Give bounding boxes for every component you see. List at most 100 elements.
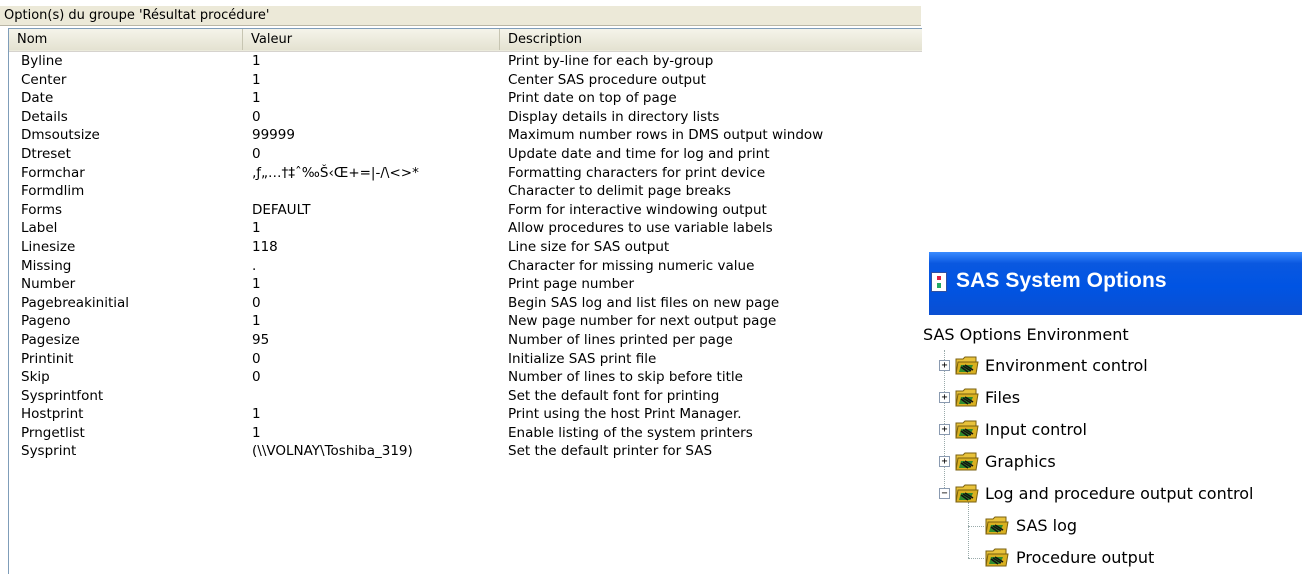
option-name-cell: Pageno (21, 313, 71, 330)
collapse-icon[interactable]: − (939, 488, 950, 499)
option-name-cell: Skip (21, 369, 50, 386)
option-value-cell: 1 (252, 220, 261, 237)
table-row[interactable]: Label 1 Allow procedures to use variable l… (9, 219, 922, 238)
options-panel: Option(s) du groupe 'Résultat procédure'… (0, 0, 922, 574)
option-value-cell: 1 (252, 276, 261, 293)
option-value-cell: 1 (252, 71, 261, 88)
expand-icon[interactable]: + (939, 392, 950, 403)
option-description-cell: New page number for next output page (508, 313, 777, 330)
tree-item[interactable]: SAS log (929, 510, 1302, 542)
option-name-cell: Formdlim (21, 183, 85, 200)
folder-icon (955, 450, 979, 472)
table-row[interactable]: Forms DEFAULT Form for interactive windowi… (9, 201, 922, 220)
expand-icon[interactable]: + (939, 360, 950, 371)
table-row[interactable]: Prngetlist 1 Enable listing of the system … (9, 424, 922, 443)
option-name-cell: Formchar (21, 164, 85, 181)
table-row[interactable]: Date 1 Print date on top of page (9, 89, 922, 108)
table-row[interactable]: Formchar ‚ƒ„…†‡ˆ‰Š‹Œ+=|-/\<>* Formatting c… (9, 164, 922, 183)
option-value-cell: 1 (252, 53, 261, 69)
table-row[interactable]: Sysprint (\\VOLNAY\Toshiba_319) Set the de… (9, 442, 922, 461)
option-name-cell: Linesize (21, 238, 76, 255)
option-value-cell: 0 (252, 350, 261, 367)
table-row[interactable]: Dmsoutsize 99999 Maximum number rows in DM… (9, 126, 922, 145)
group-title: Option(s) du groupe 'Résultat procédure' (0, 6, 921, 26)
option-value-cell: 95 (252, 331, 270, 348)
window-titlebar[interactable]: SAS System Options (929, 252, 1302, 315)
folder-icon (955, 482, 979, 504)
option-value-cell: . (252, 257, 257, 274)
tree-item-label: Graphics (985, 452, 1056, 471)
tree-item[interactable]: + Files (929, 382, 1302, 414)
option-value-cell: (\\VOLNAY\Toshiba_319) (252, 443, 413, 460)
option-value-cell: 0 (252, 369, 261, 386)
option-value-cell: 1 (252, 424, 261, 441)
table-row[interactable]: Printinit 0 Initialize SAS print file (9, 350, 922, 369)
table-row[interactable]: Pageno 1 New page number for next output p… (9, 312, 922, 331)
option-description-cell: Number of lines printed per page (508, 331, 733, 348)
option-description-cell: Initialize SAS print file (508, 350, 657, 367)
folder-icon (955, 386, 979, 408)
tree-item-label: Files (985, 388, 1021, 407)
tree-item-label: Log and procedure output control (985, 484, 1254, 503)
folder-icon (985, 546, 1009, 568)
table-row[interactable]: Missing. Character for missing numeric va… (9, 257, 922, 276)
column-headers: Nom Valeur Description (9, 29, 922, 52)
table-row[interactable]: Pagebreakinitial 0 Begin SAS log and list … (9, 294, 922, 313)
option-description-cell: Print page number (508, 276, 635, 293)
option-description-cell: Print by-line for each by-group (508, 53, 714, 69)
option-name-cell: Date (21, 90, 54, 107)
option-description-cell: Display details in directory lists (508, 108, 720, 125)
expand-icon[interactable]: + (939, 456, 950, 467)
tree-item[interactable]: + Input control (929, 414, 1302, 446)
option-description-cell: Update date and time for log and print (508, 145, 770, 162)
table-row[interactable]: Formdlim Character to delimit page breaks (9, 182, 922, 201)
option-name-cell: Dtreset (21, 145, 71, 162)
app-icon (931, 272, 947, 292)
option-value-cell: 0 (252, 108, 261, 125)
option-description-cell: Allow procedures to use variable labels (508, 220, 773, 237)
option-description-cell: Print using the host Print Manager. (508, 406, 742, 423)
options-list[interactable]: Nom Valeur Description Byline 1 Print by-l… (8, 28, 922, 574)
options-tree: + Environment control + Files + Input control… (929, 350, 1302, 573)
table-row[interactable]: Dtreset 0 Update date and time for log and… (9, 145, 922, 164)
option-name-cell: Byline (21, 53, 63, 69)
option-value-cell: 1 (252, 90, 261, 107)
option-name-cell: Hostprint (21, 406, 84, 423)
tree-item[interactable]: + Environment control (929, 350, 1302, 382)
table-row[interactable]: Skip 0 Number of lines to skip before titl… (9, 368, 922, 387)
tree-item[interactable]: Procedure output (929, 542, 1302, 574)
option-description-cell: Set the default printer for SAS (508, 443, 713, 460)
option-value-cell: DEFAULT (252, 201, 311, 218)
option-value-cell: ‚ƒ„…†‡ˆ‰Š‹Œ+=|-/\<>* (252, 164, 419, 181)
column-header-name[interactable]: Nom (9, 29, 243, 50)
option-value-cell: 1 (252, 313, 261, 330)
option-value-cell: 0 (252, 145, 261, 162)
table-row[interactable]: Pagesize 95 Number of lines printed per pa… (9, 331, 922, 350)
table-row[interactable]: Linesize 118 Line size for SAS output (9, 238, 922, 257)
table-row[interactable]: Sysprintfont Set the default font for pri… (9, 387, 922, 406)
folder-icon (955, 354, 979, 376)
options-rows: Byline 1 Print by-line for each by-group Ce… (9, 52, 922, 461)
environment-label: SAS Options Environment (923, 325, 1129, 344)
option-description-cell: Begin SAS log and list files on new page (508, 294, 780, 311)
column-header-value[interactable]: Valeur (243, 29, 500, 50)
table-row[interactable]: Byline 1 Print by-line for each by-group (9, 52, 922, 71)
table-row[interactable]: Hostprint 1 Print using the host Print Man… (9, 405, 922, 424)
column-header-description[interactable]: Description (500, 29, 922, 50)
option-name-cell: Sysprintfont (21, 387, 104, 404)
table-row[interactable]: Center 1 Center SAS procedure output (9, 71, 922, 90)
option-value-cell: 118 (252, 238, 278, 255)
table-row[interactable]: Details 0 Display details in directory lis… (9, 108, 922, 127)
option-description-cell: Line size for SAS output (508, 238, 670, 255)
table-row[interactable]: Number 1 Print page number (9, 275, 922, 294)
option-name-cell: Center (21, 71, 67, 88)
option-name-cell: Details (21, 108, 68, 125)
expand-icon[interactable]: + (939, 424, 950, 435)
tree-item[interactable]: − Log and procedure output control (929, 478, 1302, 510)
option-description-cell: Character to delimit page breaks (508, 183, 731, 200)
option-name-cell: Pagesize (21, 331, 80, 348)
tree-item-label: SAS log (1016, 516, 1078, 535)
tree-item[interactable]: + Graphics (929, 446, 1302, 478)
option-description-cell: Formatting characters for print device (508, 164, 766, 181)
option-description-cell: Number of lines to skip before title (508, 369, 743, 386)
